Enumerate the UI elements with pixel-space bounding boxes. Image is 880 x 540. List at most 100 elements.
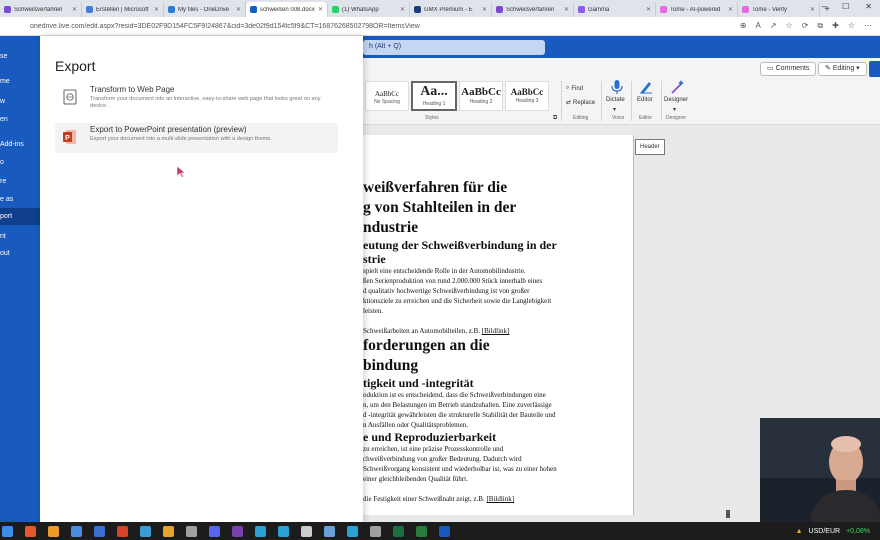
style-no-spacing[interactable]: AaBbCc No Spacing [365, 81, 409, 111]
nav-item[interactable]: me [0, 73, 40, 90]
word-search-box[interactable]: h (Alt + Q) [363, 40, 545, 55]
collections-icon[interactable]: ⧉ [817, 21, 823, 31]
tab-favicon-icon [496, 6, 503, 13]
editing-mode-button[interactable]: ✎ Editing ▾ [818, 62, 867, 76]
browser-menu-icon[interactable]: ⋯ [864, 21, 872, 31]
nav-item[interactable]: se [0, 48, 40, 65]
share-button[interactable] [869, 61, 880, 77]
nav-item[interactable]: re [0, 173, 40, 190]
doc-link[interactable]: [Bildlink] [486, 495, 514, 503]
replace-button[interactable]: ⇄ Replace [566, 99, 595, 107]
favorites-icon[interactable]: ☆ [848, 21, 855, 31]
editor-button[interactable]: Editor [637, 97, 653, 103]
taskbar-app-icon[interactable] [117, 525, 128, 537]
taskbar-app-icon[interactable] [232, 525, 243, 537]
tab-close-icon[interactable]: ✕ [646, 6, 651, 13]
tab-title: My files - OneDrive [178, 6, 230, 13]
styles-expand-icon[interactable]: ⧉ [553, 115, 557, 122]
dictate-button[interactable]: Dictate [606, 97, 625, 103]
presenter-video-icon [760, 418, 880, 522]
favorite-star-icon[interactable]: ☆ [786, 21, 793, 31]
doc-paragraph-line: Schweißvorgang konsistent und wiederholb… [363, 465, 557, 473]
minimize-icon[interactable]: – [822, 2, 826, 11]
taskbar-app-icon[interactable] [393, 525, 404, 537]
url-field[interactable]: onedrive.live.com/edit.aspx?resid=3DE02F… [0, 23, 740, 30]
start-menu-icon[interactable] [2, 525, 13, 537]
style-heading-1[interactable]: Aa... Heading 1 [411, 81, 457, 111]
tab-close-icon[interactable]: ✕ [482, 6, 487, 13]
taskbar-app-icon[interactable] [140, 525, 151, 537]
taskbar-app-icon[interactable] [94, 525, 105, 537]
nav-item[interactable]: port [0, 208, 40, 225]
extensions-icon[interactable]: ✚ [832, 21, 839, 31]
browser-tab[interactable]: Erstellen | Microsoft ✕ [82, 2, 164, 17]
doc-empty-line [363, 316, 633, 326]
nav-item[interactable]: out [0, 245, 40, 262]
read-aloud-icon[interactable]: A [755, 21, 760, 31]
close-window-icon[interactable]: ✕ [865, 2, 872, 11]
comments-button[interactable]: ▭ Comments [760, 62, 817, 76]
maximize-icon[interactable]: ☐ [842, 2, 849, 11]
tab-close-icon[interactable]: ✕ [72, 6, 77, 13]
taskbar-app-icon[interactable] [186, 525, 197, 537]
document-body[interactable]: weißverfahren für die g von Stahlteilen i… [363, 178, 633, 504]
editor-pen-icon [640, 82, 652, 94]
doc-paragraph-line: n, um den Belastungen im Betrieb standzu… [363, 401, 552, 409]
header-tag[interactable]: Header [635, 139, 665, 155]
tab-close-icon[interactable]: ✕ [728, 6, 733, 13]
document-page[interactable]: weißverfahren für die g von Stahlteilen i… [363, 135, 634, 515]
find-label: Find [571, 85, 584, 92]
find-button[interactable]: ⌕ Find [566, 85, 583, 92]
browser-tab[interactable]: My files - OneDrive ✕ [164, 2, 246, 17]
browser-tab[interactable]: GMX Premium - E ✕ [410, 2, 492, 17]
browser-tab[interactable]: Gamma ✕ [574, 2, 656, 17]
browser-tab[interactable]: Tome - AI-powered ✕ [656, 2, 738, 17]
zoom-slider-handle[interactable] [726, 510, 730, 518]
browser-tab[interactable]: Schweißverfahren ✕ [492, 2, 574, 17]
zoom-icon[interactable]: ⊕ [740, 21, 747, 31]
export-to-powerpoint-option[interactable]: P Export to PowerPoint presentation (pre… [55, 123, 338, 153]
taskbar-app-icon[interactable] [324, 525, 335, 537]
taskbar-app-icon[interactable] [416, 525, 427, 537]
nav-item[interactable]: o [0, 154, 40, 171]
designer-chevron-icon[interactable]: ▾ [673, 106, 676, 113]
taskbar-app-icon[interactable] [347, 525, 358, 537]
tab-close-icon[interactable]: ✕ [318, 6, 323, 13]
taskbar-app-icon[interactable] [71, 525, 82, 537]
voice-group-label: Voice [612, 115, 625, 121]
refresh-extension-icon[interactable]: ⟳ [802, 21, 809, 31]
transform-to-web-page-option[interactable]: Transform to Web Page Transform your doc… [55, 83, 338, 113]
ticker-label[interactable]: USD/EUR [809, 528, 841, 535]
taskbar-app-icon[interactable] [278, 525, 289, 537]
taskbar-app-icon[interactable] [255, 525, 266, 537]
style-heading-2[interactable]: AaBbCc Heading 2 [459, 81, 503, 111]
browser-tab[interactable]: Tome - Verify ✕ [738, 2, 820, 17]
share-page-icon[interactable]: ↗ [770, 21, 777, 31]
browser-tab[interactable]: schweißen 008.docx ✕ [246, 2, 328, 17]
taskbar-app-icon[interactable] [48, 525, 59, 537]
taskbar-app-icon[interactable] [209, 525, 220, 537]
taskbar-app-icon[interactable] [439, 525, 450, 537]
browser-tab[interactable]: Schweißverfahren ✕ [0, 2, 82, 17]
tab-close-icon[interactable]: ✕ [564, 6, 569, 13]
taskbar-app-icon[interactable] [25, 525, 36, 537]
tab-close-icon[interactable]: ✕ [154, 6, 159, 13]
tab-close-icon[interactable]: ✕ [236, 6, 241, 13]
designer-button[interactable]: Designer [664, 97, 688, 103]
nav-item[interactable]: Add-ins [0, 136, 40, 153]
taskbar-app-icon[interactable] [301, 525, 312, 537]
style-heading-3[interactable]: AaBbCc Heading 3 [505, 81, 549, 111]
taskbar-app-icon[interactable] [163, 525, 174, 537]
tab-favicon-icon [578, 6, 585, 13]
dictate-chevron-icon[interactable]: ▾ [613, 106, 616, 113]
nav-item[interactable]: e as [0, 191, 40, 208]
nav-item[interactable]: nt [0, 228, 40, 245]
doc-link[interactable]: [Bildlink] [482, 327, 510, 335]
microphone-icon [611, 80, 623, 94]
taskbar-app-icon[interactable] [370, 525, 381, 537]
nav-item[interactable]: en [0, 111, 40, 128]
tab-close-icon[interactable]: ✕ [400, 6, 405, 13]
style-name: Heading 1 [422, 101, 446, 107]
browser-tab[interactable]: (1) WhatsApp ✕ [328, 2, 410, 17]
nav-item[interactable]: w [0, 93, 40, 110]
